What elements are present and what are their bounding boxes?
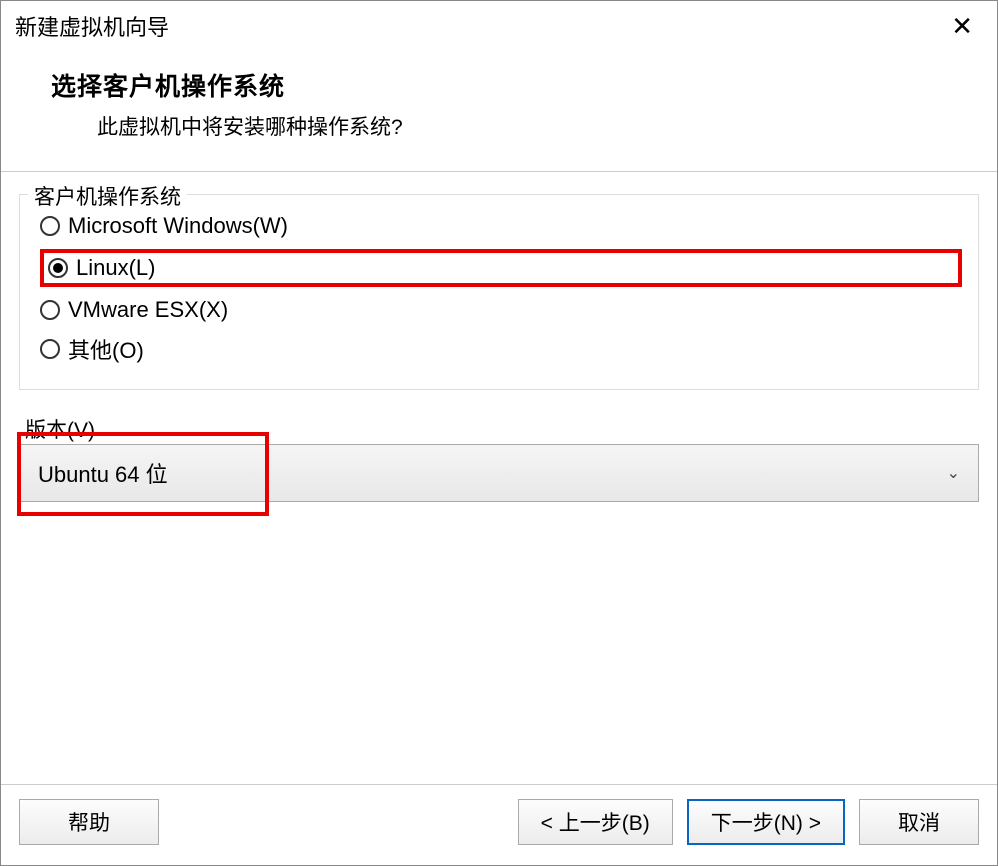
version-selected: Ubuntu 64 位 — [38, 457, 168, 489]
radio-linux[interactable]: Linux(L) — [48, 255, 155, 281]
radio-vmware-esx[interactable]: VMware ESX(X) — [40, 297, 962, 323]
page-subtitle: 此虚拟机中将安装哪种操作系统? — [51, 111, 947, 141]
footer: 帮助 < 上一步(B) 下一步(N) > 取消 — [1, 784, 997, 865]
radio-label: Linux(L) — [76, 255, 155, 281]
header: 选择客户机操作系统 此虚拟机中将安装哪种操作系统? — [1, 49, 997, 171]
guest-os-fieldset: 客户机操作系统 Microsoft Windows(W) Linux(L) VM… — [19, 194, 979, 390]
radio-label: VMware ESX(X) — [68, 297, 228, 323]
radio-icon — [40, 300, 60, 320]
os-radio-group: Microsoft Windows(W) Linux(L) VMware ESX… — [36, 213, 962, 365]
radio-other[interactable]: 其他(O) — [40, 333, 962, 365]
radio-label: Microsoft Windows(W) — [68, 213, 288, 239]
dialog-title: 新建虚拟机向导 — [15, 10, 169, 42]
radio-icon — [40, 339, 60, 359]
radio-icon — [40, 216, 60, 236]
cancel-button[interactable]: 取消 — [859, 799, 979, 845]
close-icon[interactable]: ✕ — [941, 9, 983, 43]
guest-os-legend: 客户机操作系统 — [28, 181, 187, 211]
version-label: 版本(V) — [19, 414, 979, 444]
version-section: 版本(V) Ubuntu 64 位 ⌄ — [19, 414, 979, 502]
highlight-linux: Linux(L) — [40, 249, 962, 287]
page-title: 选择客户机操作系统 — [51, 67, 947, 103]
next-button[interactable]: 下一步(N) > — [687, 799, 845, 845]
help-button[interactable]: 帮助 — [19, 799, 159, 845]
version-dropdown-wrap: Ubuntu 64 位 ⌄ — [19, 444, 979, 502]
chevron-down-icon: ⌄ — [947, 463, 960, 483]
titlebar: 新建虚拟机向导 ✕ — [1, 1, 997, 49]
content-area: 客户机操作系统 Microsoft Windows(W) Linux(L) VM… — [1, 171, 997, 784]
version-dropdown[interactable]: Ubuntu 64 位 ⌄ — [19, 444, 979, 502]
radio-windows[interactable]: Microsoft Windows(W) — [40, 213, 962, 239]
radio-label: 其他(O) — [68, 333, 144, 365]
back-button[interactable]: < 上一步(B) — [518, 799, 673, 845]
wizard-dialog: 新建虚拟机向导 ✕ 选择客户机操作系统 此虚拟机中将安装哪种操作系统? 客户机操… — [0, 0, 998, 866]
radio-icon — [48, 258, 68, 278]
